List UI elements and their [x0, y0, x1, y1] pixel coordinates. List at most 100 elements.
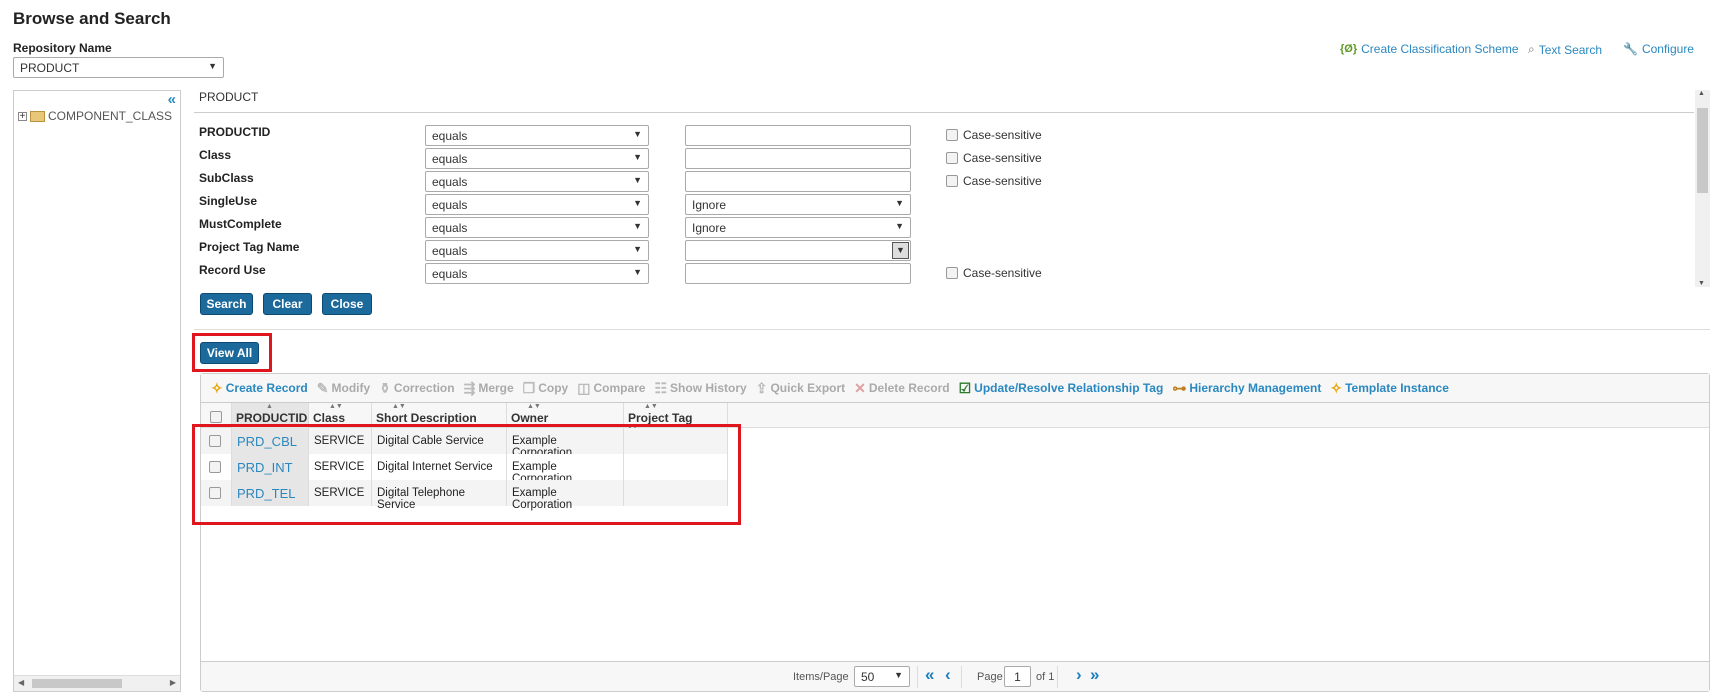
expand-icon[interactable]: +: [18, 111, 27, 121]
first-page-icon[interactable]: «: [925, 665, 934, 685]
chevron-down-icon: ▼: [633, 221, 642, 231]
repository-value: PRODUCT: [20, 61, 80, 75]
search-form-header: PRODUCT: [199, 90, 259, 104]
operator-select[interactable]: equals ▼: [425, 217, 649, 238]
page-title: Browse and Search: [13, 9, 171, 28]
bottle-icon: ⚱: [379, 379, 391, 396]
wrench-icon: 🔧: [1623, 42, 1638, 56]
chevron-down-icon: ▼: [633, 244, 642, 254]
case-sensitive-checkbox[interactable]: [946, 267, 958, 279]
prev-page-icon[interactable]: ‹: [945, 665, 951, 685]
sort-icon[interactable]: ▲▼: [392, 403, 406, 410]
items-per-page-select[interactable]: 50 ▼: [854, 666, 910, 687]
export-icon: ⇪: [755, 379, 768, 396]
merge-button[interactable]: ⇶ Merge: [464, 380, 514, 397]
chevron-down-icon: ▼: [208, 61, 217, 71]
chevron-down-icon: ▼: [633, 198, 642, 208]
copy-button[interactable]: ❐ Copy: [523, 380, 569, 397]
classification-icon: {Ø}: [1340, 43, 1358, 55]
next-page-icon[interactable]: ›: [1076, 665, 1082, 685]
collapse-panel-button[interactable]: «: [168, 91, 176, 108]
value-input[interactable]: [685, 125, 911, 146]
field-label: Record Use: [199, 263, 266, 277]
horizontal-scrollbar[interactable]: ◀ ▶: [14, 675, 180, 691]
field-label: PRODUCTID: [199, 125, 271, 139]
repository-label: Repository Name: [13, 41, 112, 55]
field-label: SubClass: [199, 171, 254, 185]
chevron-down-icon: ▼: [633, 267, 642, 277]
tree-panel: « + COMPONENT_CLASS ◀ ▶: [13, 90, 181, 692]
close-button[interactable]: Close: [322, 293, 372, 315]
chevron-down-icon: ▼: [894, 670, 903, 680]
divider: [194, 329, 1710, 330]
case-sensitive-label: Case-sensitive: [963, 266, 1042, 280]
page-label: Page: [977, 671, 1003, 683]
delete-icon: ✕: [854, 379, 866, 396]
case-sensitive-checkbox[interactable]: [946, 175, 958, 187]
sort-icon[interactable]: ▲▼: [644, 403, 658, 410]
chevron-down-icon: ▼: [633, 129, 642, 139]
vertical-scrollbar[interactable]: ▲ ▼: [1695, 90, 1710, 287]
template-instance-button[interactable]: ✧ Template Instance: [1330, 380, 1449, 397]
merge-icon: ⇶: [463, 379, 476, 396]
quick-export-button[interactable]: ⇪ Quick Export: [756, 380, 845, 397]
create-classification-link[interactable]: {Ø} Create Classification Scheme: [1340, 42, 1519, 56]
value-input[interactable]: [685, 171, 911, 192]
value-input[interactable]: [685, 263, 911, 284]
view-all-button[interactable]: View All: [200, 342, 259, 364]
operator-select[interactable]: equals ▼: [425, 125, 649, 146]
items-per-page-label: Items/Page: [793, 671, 849, 683]
sort-icon[interactable]: ▲▼: [329, 403, 343, 410]
create-record-button[interactable]: ✧ Create Record: [211, 380, 308, 397]
checklist-icon: ☑: [958, 379, 972, 396]
page-input[interactable]: 1: [1004, 666, 1031, 687]
highlight-box: [192, 424, 741, 525]
search-button[interactable]: Search: [200, 293, 253, 315]
chevron-down-icon: ▼: [633, 152, 642, 162]
modify-button[interactable]: ✎ Modify: [317, 380, 370, 397]
history-icon: ☷: [654, 379, 668, 396]
hierarchy-icon: ⊶: [1172, 379, 1187, 396]
copy-icon: ❐: [522, 379, 536, 396]
chevron-down-icon: ▼: [895, 221, 904, 231]
operator-select[interactable]: equals ▼: [425, 148, 649, 169]
hierarchy-management-button[interactable]: ⊶ Hierarchy Management: [1172, 380, 1321, 397]
value-input[interactable]: [685, 148, 911, 169]
divider: [194, 112, 1694, 113]
repository-select[interactable]: PRODUCT ▼: [13, 57, 224, 78]
case-sensitive-checkbox[interactable]: [946, 129, 958, 141]
sort-icon[interactable]: ▲▼: [527, 403, 541, 410]
value-select[interactable]: Ignore ▼: [685, 194, 911, 215]
pager: Items/Page 50 ▼ « ‹ Page 1 of 1 › »: [201, 661, 1709, 691]
case-sensitive-label: Case-sensitive: [963, 128, 1042, 142]
operator-select[interactable]: equals ▼: [425, 240, 649, 261]
chevron-down-icon[interactable]: ▼: [892, 242, 909, 259]
operator-select[interactable]: equals ▼: [425, 263, 649, 284]
operator-select[interactable]: equals ▼: [425, 171, 649, 192]
tree-node[interactable]: + COMPONENT_CLASS: [18, 109, 172, 123]
text-search-icon: ⌕: [1528, 42, 1535, 56]
operator-select[interactable]: equals ▼: [425, 194, 649, 215]
chevron-down-icon: ▼: [633, 175, 642, 185]
delete-record-button[interactable]: ✕ Delete Record: [854, 380, 949, 397]
text-search-link[interactable]: ⌕ Text Search: [1528, 42, 1602, 57]
case-sensitive-label: Case-sensitive: [963, 174, 1042, 188]
field-label: Project Tag Name: [199, 240, 300, 254]
value-select[interactable]: ▼: [685, 240, 911, 261]
chevron-down-icon: ▼: [895, 198, 904, 208]
star-icon: ✧: [1330, 379, 1343, 396]
case-sensitive-label: Case-sensitive: [963, 151, 1042, 165]
pencil-icon: ✎: [316, 379, 329, 396]
select-all-checkbox[interactable]: [210, 411, 222, 423]
configure-link[interactable]: 🔧 Configure: [1623, 42, 1694, 56]
grid-toolbar: ✧ Create Record ✎ Modify ⚱ Correction ⇶ Merge ❐ C…: [201, 374, 1709, 403]
sort-icon[interactable]: ▲: [266, 403, 273, 410]
show-history-button[interactable]: ☷ Show History: [654, 380, 746, 397]
last-page-icon[interactable]: »: [1090, 665, 1099, 685]
compare-button[interactable]: ◫ Compare: [577, 380, 645, 397]
update-resolve-relationship-tag-button[interactable]: ☑ Update/Resolve Relationship Tag: [959, 380, 1164, 397]
correction-button[interactable]: ⚱ Correction: [379, 380, 454, 397]
case-sensitive-checkbox[interactable]: [946, 152, 958, 164]
value-select[interactable]: Ignore ▼: [685, 217, 911, 238]
clear-button[interactable]: Clear: [263, 293, 312, 315]
